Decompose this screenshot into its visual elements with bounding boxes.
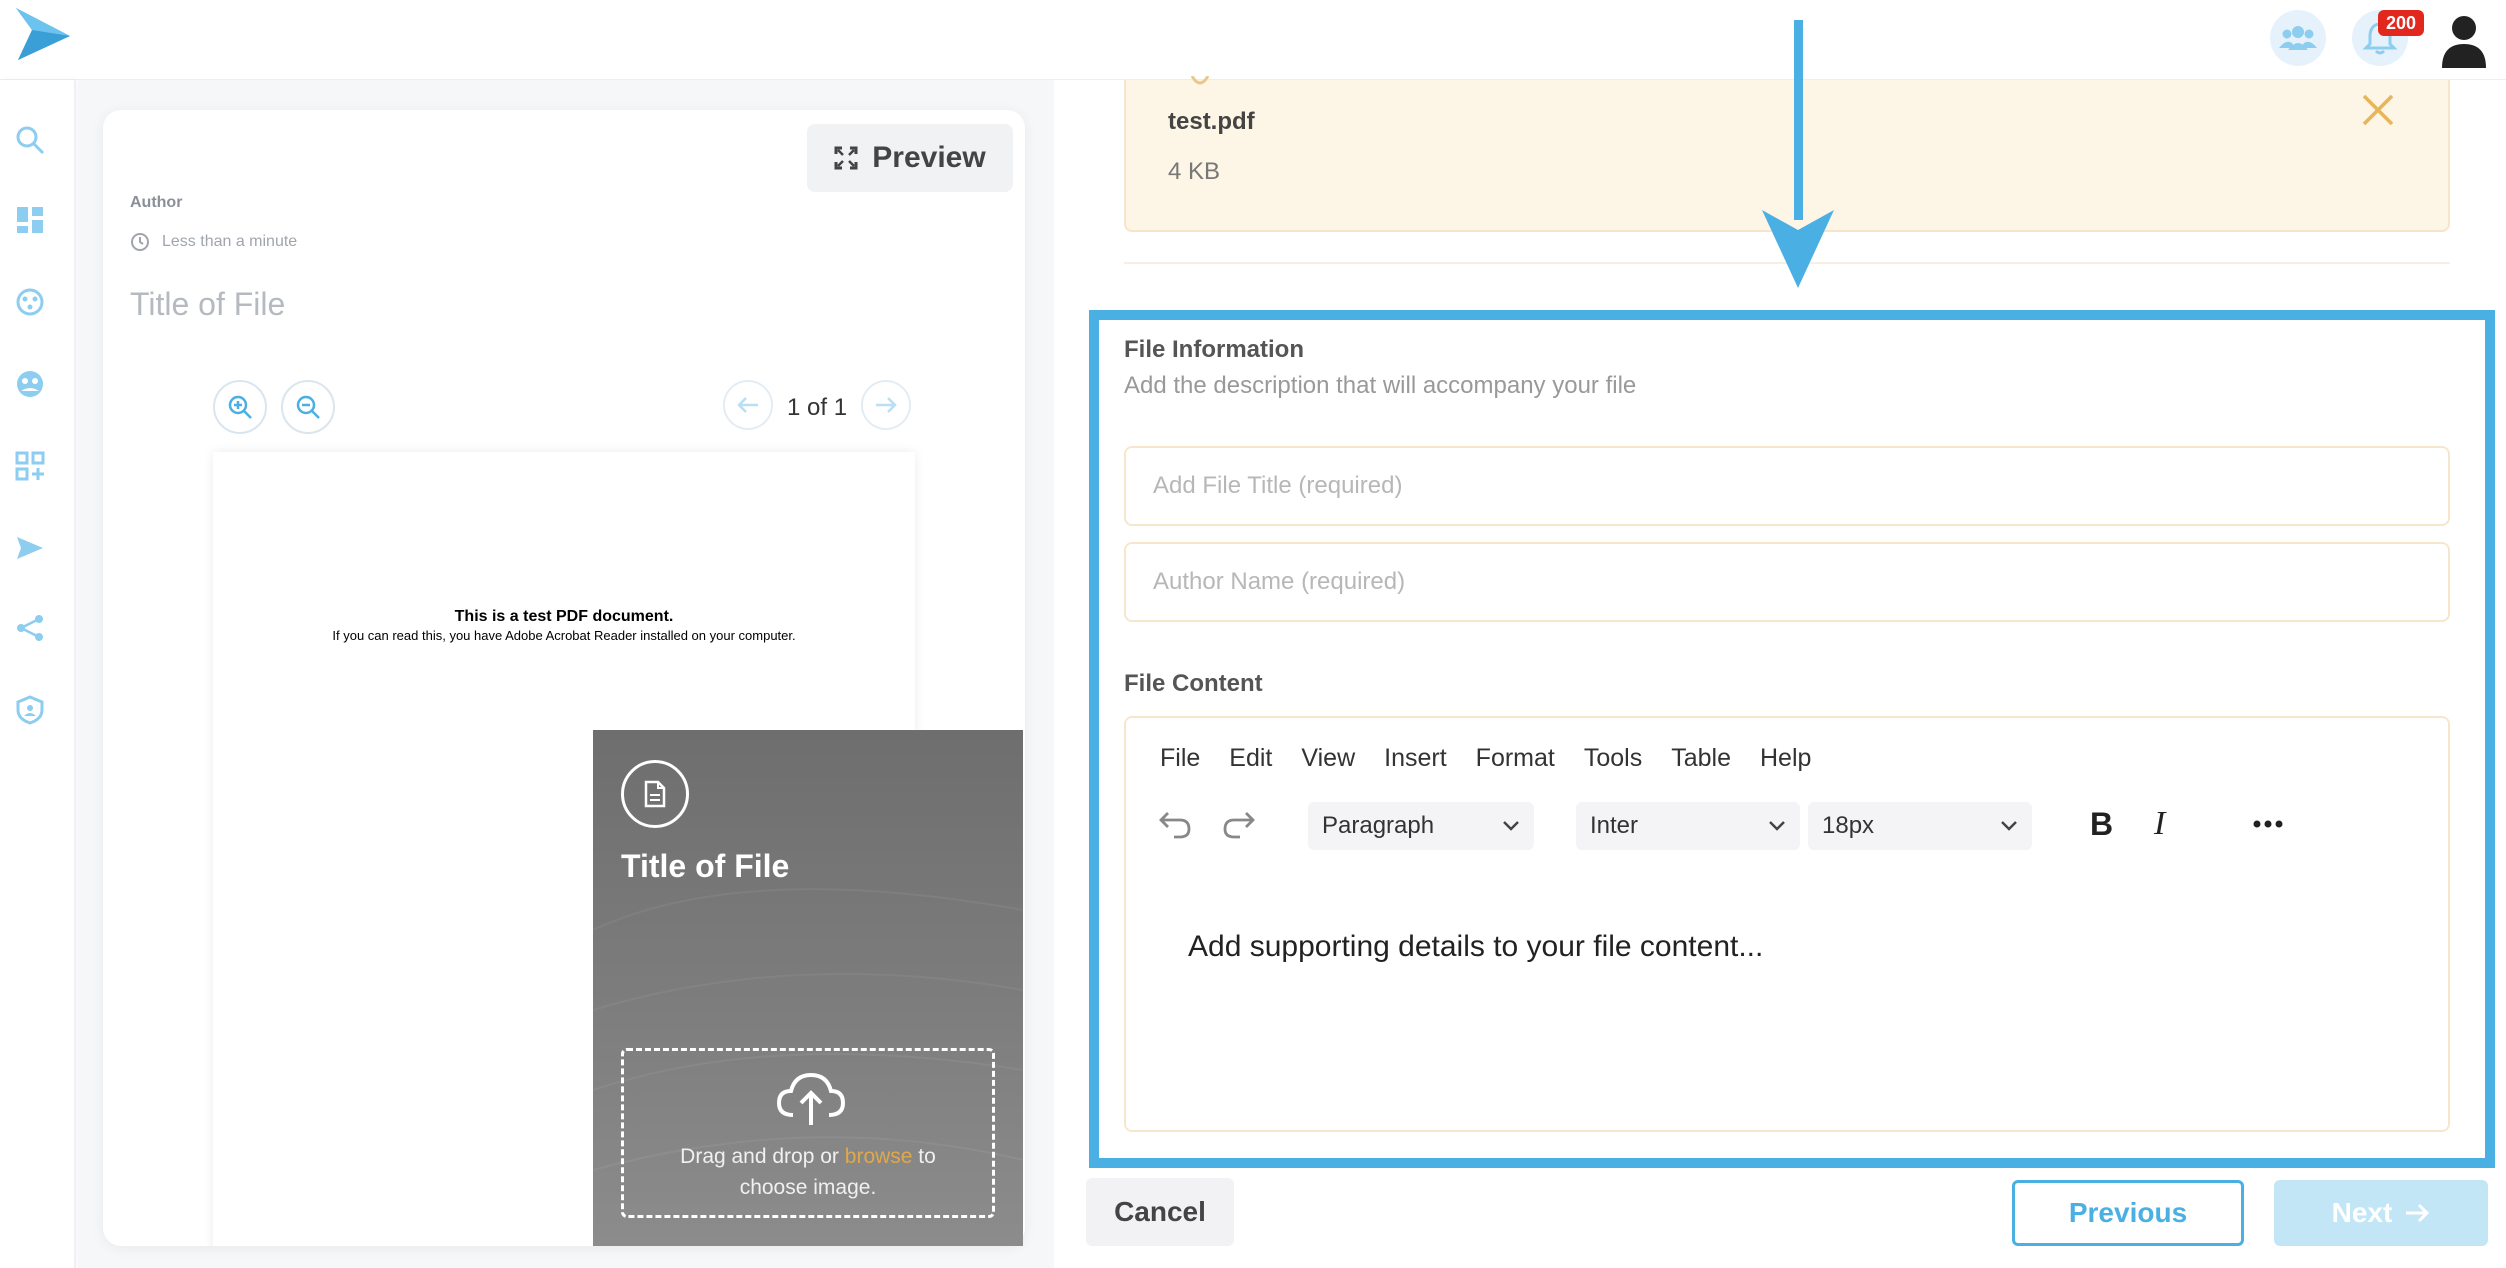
notification-count-badge: 200 [2378,10,2425,36]
sidebar-item-share[interactable] [12,610,48,646]
pdf-body-text: If you can read this, you have Adobe Acr… [332,628,796,643]
user-avatar-icon[interactable] [2440,14,2488,68]
pdf-heading: This is a test PDF document. [454,608,674,625]
sidebar [0,80,76,1268]
sidebar-item-security[interactable] [12,692,48,728]
file-type-icon [1190,76,1210,85]
cloud-upload-icon [776,1072,846,1125]
next-button-label: Next [2331,1197,2393,1228]
cover-image-card: Title of File Drag and drop or browse to… [593,730,1023,1246]
zoom-out-icon [296,395,320,419]
sidebar-item-send[interactable] [12,530,48,566]
file-name: test.pdf [1168,108,1255,135]
close-icon[interactable] [2358,90,2398,130]
file-size: 4 KB [1168,158,1221,185]
page-indicator: 1 of 1 [787,394,848,421]
dropzone-text: Drag and drop or browse to choose image. [680,1145,936,1199]
paper-plane-logo[interactable] [14,6,72,62]
community-icon [17,371,43,397]
sidebar-item-dashboard[interactable] [12,202,48,238]
document-icon-circle [621,760,689,828]
prev-page-button[interactable] [723,380,773,430]
share-icon [17,615,43,641]
add-apps-icon [15,451,45,481]
expand-icon [834,146,858,170]
sidebar-item-community[interactable] [12,366,48,402]
team-button[interactable] [2270,10,2326,66]
zoom-in-button[interactable] [213,380,267,434]
send-icon [17,537,43,559]
zoom-out-button[interactable] [281,380,335,434]
next-page-button[interactable] [861,380,911,430]
cover-title: Title of File [621,848,790,884]
sidebar-item-add-apps[interactable] [12,448,48,484]
annotation-arrow-icon [1762,20,1834,288]
highlight-frame [1089,310,2495,1168]
search-icon [16,126,45,155]
sidebar-item-search[interactable] [12,122,48,158]
preview-button[interactable]: Preview [807,124,1013,192]
top-bar: 200 [0,0,2506,80]
cancel-button[interactable]: Cancel [1086,1178,1234,1246]
users-icon [2279,26,2317,50]
browse-link[interactable]: browse [845,1145,913,1168]
next-button[interactable]: Next [2274,1180,2488,1246]
document-icon [644,780,666,808]
sidebar-item-palette[interactable] [12,284,48,320]
image-dropzone[interactable]: Drag and drop or browse to choose image. [621,1048,995,1218]
dashboard-icon [17,207,43,233]
arrow-right-icon [2406,1203,2430,1223]
arrow-right-icon [876,397,897,413]
preview-button-label: Preview [872,141,986,174]
read-time: Less than a minute [130,232,297,252]
author-label: Author [130,194,183,211]
clock-icon [131,233,149,251]
preview-title: Title of File [130,286,286,322]
read-time-text: Less than a minute [162,233,298,250]
zoom-in-icon [228,395,252,419]
previous-button[interactable]: Previous [2012,1180,2244,1246]
palette-icon [16,288,44,316]
arrow-left-icon [737,397,758,413]
shield-user-icon [16,695,44,725]
